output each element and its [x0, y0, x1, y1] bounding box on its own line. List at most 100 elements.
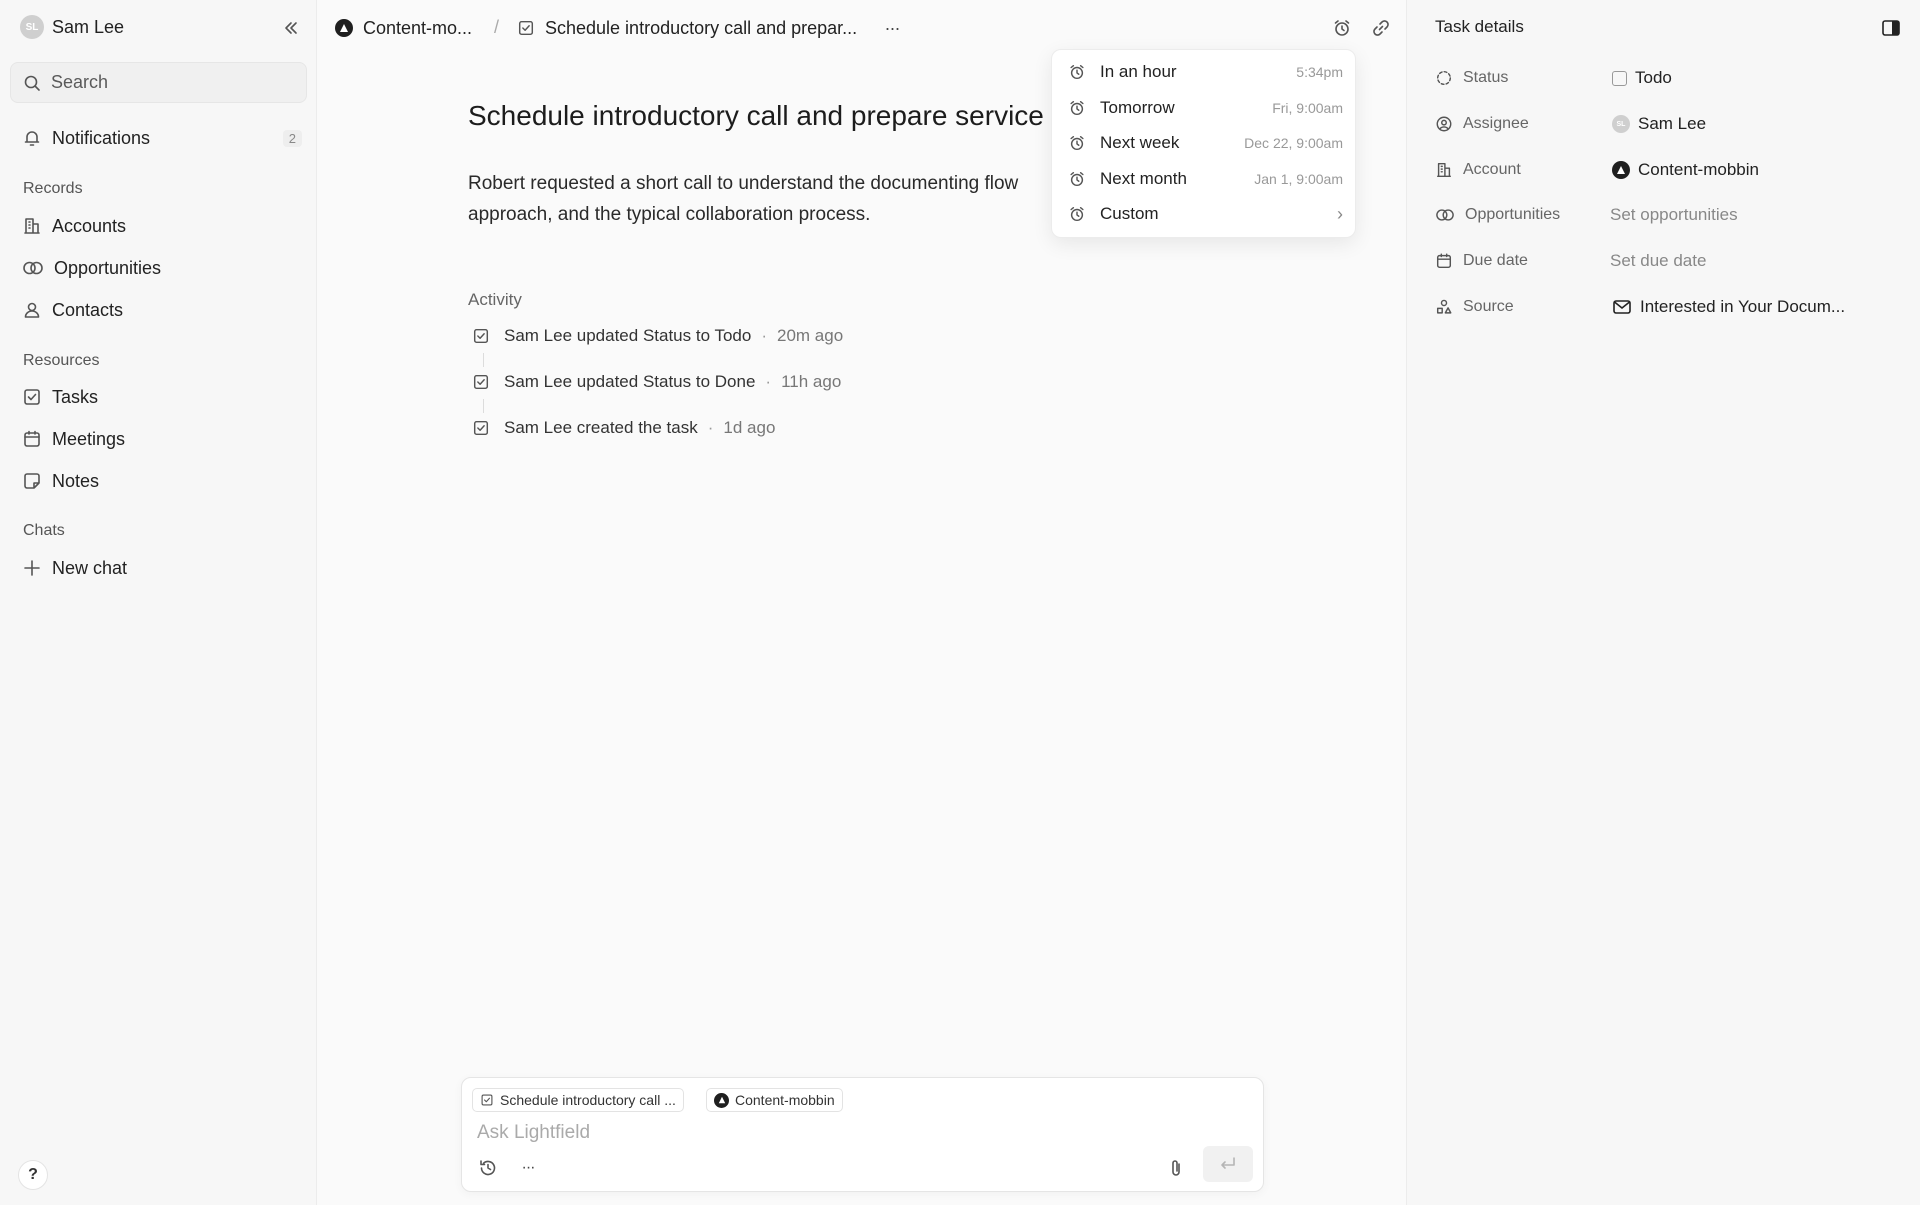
building-icon — [1436, 162, 1452, 178]
status-label: Status — [1435, 65, 1508, 91]
calendar-icon — [1436, 253, 1452, 269]
opportunities-value[interactable]: Set opportunities — [1610, 202, 1738, 228]
activity-text: Sam Lee updated Status to Done — [504, 372, 756, 391]
prop-value-text: Set due date — [1610, 251, 1707, 270]
panel-right-icon — [1882, 20, 1900, 36]
person-icon — [24, 302, 40, 318]
sidebar-item-tasks[interactable]: Tasks — [22, 383, 302, 411]
activity-item: Sam Lee updated Status to Done · 11h ago — [472, 369, 841, 395]
checkbox-icon — [481, 1094, 493, 1106]
link-icon — [1373, 20, 1389, 36]
help-button[interactable]: ? — [18, 1160, 48, 1190]
double-chevron-left-icon — [285, 22, 297, 34]
reminder-option-tomorrow[interactable]: Tomorrow Fri, 9:00am — [1068, 93, 1343, 123]
prop-value-text: Content-mobbin — [1638, 160, 1759, 179]
ask-input[interactable] — [477, 1118, 1237, 1148]
activity-connector — [483, 399, 484, 413]
context-chip-task[interactable]: Schedule introductory call ... — [472, 1088, 684, 1112]
sidebar-item-notes[interactable]: Notes — [22, 467, 302, 495]
activity-connector — [483, 353, 484, 367]
menu-item-time: Dec 22, 9:00am — [1244, 135, 1343, 151]
sidebar-item-label: Contacts — [52, 299, 124, 320]
activity-separator: · — [707, 418, 714, 437]
prop-value-text: Sam Lee — [1638, 114, 1707, 133]
search-input[interactable] — [51, 72, 291, 93]
alarm-clock-icon — [1070, 206, 1084, 222]
new-chat-label: New chat — [52, 557, 128, 578]
account-logo-icon — [335, 19, 353, 37]
collapse-sidebar-button[interactable] — [279, 16, 303, 40]
task-description[interactable]: Robert requested a short call to underst… — [468, 168, 1068, 230]
search-icon — [24, 75, 40, 91]
breadcrumb-task-label: Schedule introductory call and prepar... — [545, 17, 858, 38]
send-button[interactable] — [1203, 1146, 1253, 1182]
more-options-button[interactable]: ··· — [878, 14, 906, 42]
new-chat-button[interactable]: New chat — [22, 554, 302, 582]
activity-time: 20m ago — [777, 326, 844, 345]
sidebar-item-label: Meetings — [52, 428, 126, 449]
shapes-icon — [1436, 299, 1452, 314]
breadcrumb-account[interactable]: Content-mo... — [335, 14, 472, 42]
paperclip-icon — [1172, 1160, 1180, 1176]
activity-time: 1d ago — [723, 418, 776, 437]
menu-item-label: Next week — [1100, 133, 1180, 152]
checkbox-icon — [24, 389, 40, 405]
checkbox-icon — [518, 20, 534, 36]
prop-label-text: Opportunities — [1465, 206, 1561, 223]
avatar: SL — [1612, 115, 1630, 133]
prop-label-text: Account — [1463, 161, 1521, 178]
attach-button[interactable] — [1162, 1154, 1190, 1182]
dashed-circle-icon — [1436, 70, 1452, 86]
alarm-clock-icon — [1070, 135, 1084, 151]
source-label: Source — [1435, 294, 1514, 320]
copy-link-button[interactable] — [1368, 15, 1394, 41]
linked-circles-icon — [1436, 209, 1454, 221]
due-date-label: Due date — [1435, 248, 1528, 274]
activity-item: Sam Lee updated Status to Todo · 20m ago — [472, 323, 843, 349]
reminder-option-in-an-hour[interactable]: In an hour 5:34pm — [1068, 57, 1343, 87]
reminder-option-next-week[interactable]: Next week Dec 22, 9:00am — [1068, 128, 1343, 158]
search-box[interactable] — [10, 62, 307, 103]
prop-value-text: Set opportunities — [1610, 205, 1738, 224]
source-value[interactable]: Interested in Your Docum... — [1612, 294, 1845, 320]
prop-label-text: Source — [1463, 298, 1514, 315]
history-button[interactable] — [474, 1154, 502, 1182]
more-icon: ··· — [884, 17, 901, 38]
more-icon: ··· — [521, 1159, 536, 1176]
prop-label-text: Status — [1463, 69, 1509, 86]
prop-label-text: Assignee — [1463, 115, 1529, 132]
menu-item-label: Custom — [1100, 204, 1159, 223]
assignee-value[interactable]: SL Sam Lee — [1612, 111, 1706, 137]
activity-text: Sam Lee created the task — [504, 418, 698, 437]
composer-more-button[interactable]: ··· — [514, 1154, 542, 1182]
due-date-value[interactable]: Set due date — [1610, 248, 1706, 274]
context-chip-account[interactable]: Content-mobbin — [706, 1088, 843, 1112]
plus-icon — [24, 560, 40, 576]
task-title[interactable]: Schedule introductory call and prepare s… — [468, 100, 1088, 132]
sidebar-item-contacts[interactable]: Contacts — [22, 296, 302, 324]
activity-time: 11h ago — [781, 372, 842, 391]
chip-label: Schedule introductory call ... — [500, 1092, 676, 1108]
user-circle-icon — [1436, 116, 1452, 132]
section-label-resources: Resources — [23, 352, 100, 369]
reminder-option-custom[interactable]: Custom › — [1068, 199, 1343, 229]
mail-icon — [1613, 300, 1631, 314]
sidebar-item-opportunities[interactable]: Opportunities — [22, 254, 302, 282]
account-value[interactable]: Content-mobbin — [1612, 157, 1759, 183]
reminder-option-next-month[interactable]: Next month Jan 1, 9:00am — [1068, 164, 1343, 194]
breadcrumb-task[interactable]: Schedule introductory call and prepar... — [517, 14, 857, 42]
alarm-clock-icon — [1070, 64, 1084, 80]
sidebar-item-meetings[interactable]: Meetings — [22, 425, 302, 453]
task-details-panel: Task details Status Todo Assignee SL Sam… — [1406, 0, 1920, 1205]
breadcrumb-account-label: Content-mo... — [363, 17, 473, 38]
sidebar-item-label: Notifications — [52, 127, 151, 148]
sidebar-item-label: Notes — [52, 470, 100, 491]
sidebar-item-accounts[interactable]: Accounts — [22, 212, 302, 240]
reminder-button[interactable] — [1329, 15, 1355, 41]
prop-value-text: Interested in Your Docum... — [1640, 297, 1846, 316]
user-menu[interactable]: SL Sam Lee — [20, 14, 124, 40]
building-icon — [24, 218, 40, 234]
sidebar-item-notifications[interactable]: Notifications 2 — [22, 124, 302, 152]
status-value[interactable]: Todo — [1612, 65, 1672, 91]
toggle-panel-button[interactable] — [1879, 16, 1903, 40]
